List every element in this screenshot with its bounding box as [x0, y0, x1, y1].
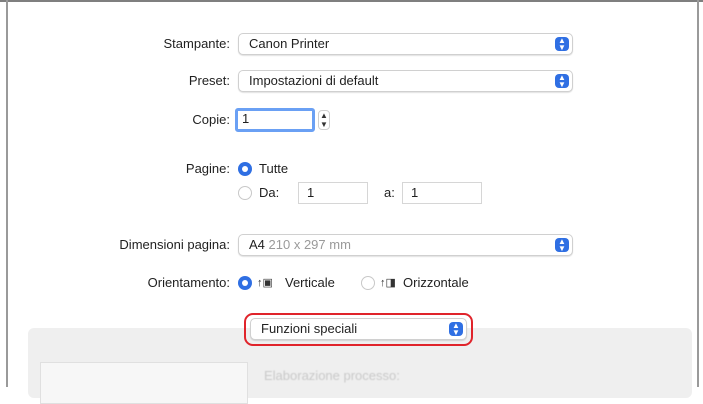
preview-thumbnail: [40, 362, 248, 404]
window-left-border: [6, 0, 8, 387]
orientation-portrait-radio[interactable]: [238, 276, 252, 290]
pages-all-radio[interactable]: [238, 162, 252, 176]
orientation-label: Orientamento:: [147, 275, 230, 290]
orientation-portrait-label: Verticale: [285, 275, 335, 290]
pages-range-radio[interactable]: [238, 186, 252, 200]
pages-to-label: a:: [384, 185, 395, 200]
printer-value: Canon Printer: [249, 36, 330, 51]
pages-from-input[interactable]: 1: [298, 182, 368, 204]
orientation-landscape-radio[interactable]: [361, 276, 375, 290]
highlight-outline: [244, 313, 473, 346]
printer-label: Stampante:: [163, 36, 231, 51]
preset-value: Impostazioni di default: [249, 73, 379, 88]
updown-chevron-icon: ▲ ▼: [555, 37, 569, 52]
paper-size-detail: 210 x 297 mm: [268, 237, 351, 252]
copies-input[interactable]: 1: [235, 108, 315, 132]
pages-all-label: Tutte: [259, 161, 289, 176]
section-heading: Elaborazione processo:: [264, 368, 400, 383]
landscape-page-icon: ↑◨: [380, 277, 396, 289]
updown-chevron-icon: ▲ ▼: [555, 238, 569, 253]
paper-size-select[interactable]: A4 210 x 297 mm ▲ ▼: [238, 234, 573, 256]
pages-label: Pagine:: [185, 161, 230, 176]
copies-label: Copie:: [192, 112, 230, 127]
updown-chevron-icon: ▲ ▼: [555, 74, 569, 89]
portrait-page-icon: ↑▣: [257, 277, 273, 289]
pages-from-label: Da:: [259, 185, 280, 200]
preset-select[interactable]: Impostazioni di default ▲ ▼: [238, 70, 573, 92]
orientation-landscape-label: Orizzontale: [403, 275, 469, 290]
window-right-border: [697, 0, 699, 387]
paper-size-label: Dimensioni pagina:: [119, 237, 230, 252]
pages-to-input[interactable]: 1: [402, 182, 482, 204]
printer-select[interactable]: Canon Printer ▲ ▼: [238, 33, 573, 55]
paper-size-value: A4: [249, 237, 265, 252]
window-top-border: [0, 0, 703, 2]
preset-label: Preset:: [188, 73, 230, 88]
copies-stepper[interactable]: ▲ ▼: [318, 110, 330, 130]
